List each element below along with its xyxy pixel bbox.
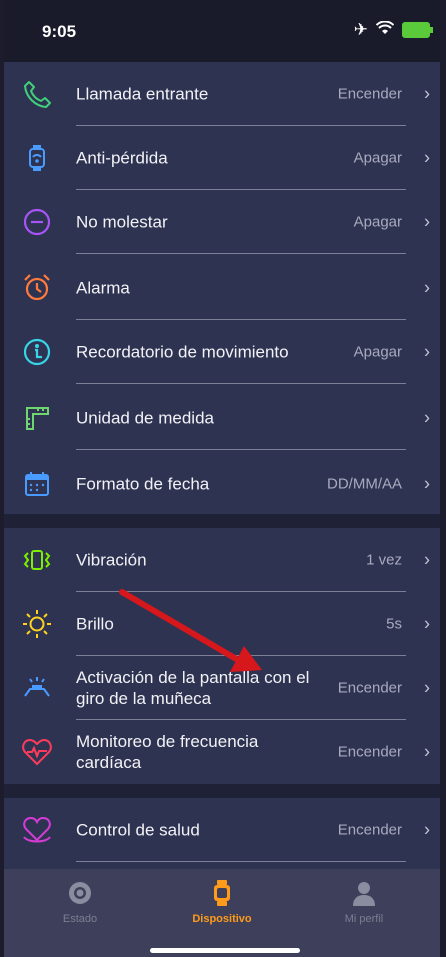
tab-label: Dispositivo <box>192 913 252 925</box>
chevron-right-icon: › <box>424 613 430 634</box>
setting-label: Recordatorio de movimiento <box>76 342 289 362</box>
row-divider <box>76 449 406 450</box>
setting-label: Monitoreo de frecuencia cardíaca <box>76 732 259 772</box>
chevron-right-icon: › <box>424 677 430 698</box>
setting-row-vibration[interactable]: Vibración 1 vez › <box>4 528 440 592</box>
status-time: 9:05 <box>42 22 77 41</box>
section-separator <box>4 784 440 798</box>
brightness-icon <box>20 607 54 641</box>
chevron-right-icon: › <box>424 147 430 168</box>
setting-row-do-not-disturb[interactable]: No molestar Apagar › <box>4 190 440 254</box>
chevron-right-icon: › <box>424 341 430 362</box>
setting-label: Llamada entrante <box>76 84 209 104</box>
home-indicator[interactable] <box>150 948 300 953</box>
setting-label: No molestar <box>76 212 168 232</box>
heart-rate-icon <box>20 735 54 769</box>
health-heart-icon <box>20 813 54 847</box>
airplane-icon: ✈ <box>353 20 368 39</box>
ruler-icon <box>20 401 54 435</box>
profile-icon <box>350 879 378 907</box>
settings-section-3: Control de salud Encender › <box>4 798 440 870</box>
setting-row-unit[interactable]: Unidad de medida › <box>4 386 440 450</box>
tab-label: Estado <box>62 913 98 925</box>
status-icon <box>66 879 94 907</box>
row-divider <box>76 861 406 862</box>
watch-signal-icon <box>20 141 54 175</box>
setting-value: Encender <box>337 743 402 761</box>
setting-value: Encender <box>337 821 402 839</box>
chevron-right-icon: › <box>424 549 430 570</box>
tab-bar: Estado Dispositivo Mi perfil <box>4 869 440 957</box>
setting-label: Formato de fecha <box>76 474 210 494</box>
setting-row-heart-rate[interactable]: Monitoreo de frecuencia cardíaca Encende… <box>4 720 440 784</box>
device-watch-icon <box>208 879 236 907</box>
chevron-right-icon: › <box>424 83 430 104</box>
movement-reminder-icon <box>20 335 54 369</box>
status-icons: ✈ <box>353 20 433 40</box>
settings-section-2: Vibración 1 vez › Brillo 5s › Activación… <box>4 528 440 784</box>
chevron-right-icon: › <box>424 473 430 494</box>
setting-label: Activación de la pantalla con el giro de… <box>76 668 310 708</box>
setting-value: Apagar <box>353 149 402 167</box>
setting-value: Apagar <box>353 213 402 231</box>
setting-label: Alarma <box>76 278 130 298</box>
app-frame: 9:05 ✈ Llamada entrante Encender › Anti-… <box>4 0 440 957</box>
chevron-right-icon: › <box>424 407 430 428</box>
setting-row-incoming-call[interactable]: Llamada entrante Encender › <box>4 62 440 126</box>
setting-label: Anti-pérdida <box>76 148 168 168</box>
setting-value: 1 vez <box>366 551 402 569</box>
calendar-icon <box>20 467 54 501</box>
battery-icon <box>402 22 433 38</box>
setting-value: Encender <box>337 679 402 697</box>
setting-value: DD/MM/AA <box>327 475 402 493</box>
setting-label: Vibración <box>76 550 147 570</box>
tab-device[interactable]: Dispositivo <box>152 879 292 925</box>
wrist-raise-icon <box>20 671 54 705</box>
settings-section-1: Llamada entrante Encender › Anti-pérdida… <box>4 62 440 514</box>
chevron-right-icon: › <box>424 819 430 840</box>
setting-value: Encender <box>337 85 402 103</box>
tab-profile[interactable]: Mi perfil <box>294 879 434 925</box>
setting-row-wrist-raise[interactable]: Activación de la pantalla con el giro de… <box>4 656 440 720</box>
do-not-disturb-icon <box>20 205 54 239</box>
row-divider <box>76 253 406 254</box>
chevron-right-icon: › <box>424 741 430 762</box>
setting-row-health-control[interactable]: Control de salud Encender › <box>4 798 440 862</box>
setting-value: 5s <box>386 615 402 633</box>
setting-label: Control de salud <box>76 820 200 840</box>
setting-row-movement-reminder[interactable]: Recordatorio de movimiento Apagar › <box>4 320 440 384</box>
wifi-icon <box>375 20 395 40</box>
row-divider <box>76 383 406 384</box>
chevron-right-icon: › <box>424 211 430 232</box>
tab-status[interactable]: Estado <box>10 879 150 925</box>
section-separator <box>4 514 440 528</box>
setting-row-date-format[interactable]: Formato de fecha DD/MM/AA › <box>4 452 440 516</box>
alarm-clock-icon <box>20 271 54 305</box>
setting-value: Apagar <box>353 343 402 361</box>
setting-row-brightness[interactable]: Brillo 5s › <box>4 592 440 656</box>
setting-label: Brillo <box>76 614 114 634</box>
chevron-right-icon: › <box>424 277 430 298</box>
setting-row-alarm[interactable]: Alarma › <box>4 256 440 320</box>
phone-icon <box>20 77 54 111</box>
status-bar: 9:05 ✈ <box>4 0 440 62</box>
setting-label: Unidad de medida <box>76 408 214 428</box>
tab-label: Mi perfil <box>344 913 384 925</box>
vibration-icon <box>20 543 54 577</box>
setting-row-anti-loss[interactable]: Anti-pérdida Apagar › <box>4 126 440 190</box>
